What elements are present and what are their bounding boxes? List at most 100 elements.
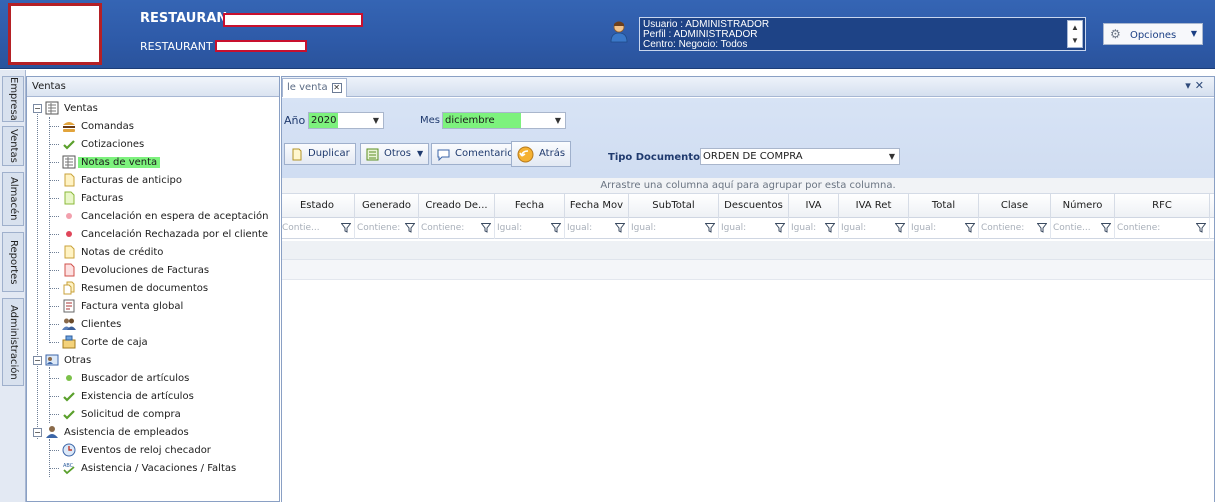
column-header[interactable]: Fecha Mov [565, 194, 629, 218]
funnel-icon[interactable] [965, 223, 975, 233]
column-filter-cell[interactable]: Igual: [839, 218, 909, 239]
funnel-icon[interactable] [1196, 223, 1206, 233]
redacted-name-box [223, 13, 363, 27]
column-header[interactable]: RFC [1115, 194, 1210, 218]
month-label: Mes [420, 115, 440, 126]
column-header[interactable]: Total [909, 194, 979, 218]
month-select[interactable]: diciembre ▼ [442, 112, 566, 129]
doc-type-select[interactable]: ORDEN DE COMPRA ▼ [700, 148, 900, 165]
column-header[interactable]: Descuentos [719, 194, 789, 218]
back-button[interactable]: Atrás [511, 141, 572, 167]
column-filter-cell[interactable]: Contie... [280, 218, 355, 239]
close-icon[interactable]: ✕ [331, 83, 342, 93]
funnel-icon[interactable] [775, 223, 785, 233]
column-filter-cell[interactable]: Contiene: [355, 218, 419, 239]
funnel-icon[interactable] [895, 223, 905, 233]
vtab-reportes[interactable]: Reportes [2, 232, 24, 292]
close-all-icon[interactable]: ✕ [1195, 79, 1208, 92]
column-header[interactable]: Generado [355, 194, 419, 218]
year-select[interactable]: 2020 ▼ [308, 112, 384, 129]
tree-item-eventos-reloj[interactable]: Eventos de reloj checador [49, 441, 211, 459]
tree-item-buscador[interactable]: Buscador de artículos [49, 369, 189, 387]
tree-item-comandas[interactable]: Comandas [49, 117, 134, 135]
grid-empty-band [282, 260, 1214, 280]
funnel-icon[interactable] [1037, 223, 1047, 233]
column-header[interactable]: Número [1051, 194, 1115, 218]
funnel-icon[interactable] [341, 223, 351, 233]
chevron-down-icon: ▼ [417, 149, 424, 158]
vtab-empresa[interactable]: Empresa [2, 76, 24, 122]
grid-document-icon [45, 101, 59, 115]
tab-list-chevron-icon[interactable]: ▾ [1185, 79, 1195, 92]
tree-item-corte-caja[interactable]: Corte de caja [49, 333, 148, 351]
tree-item-facturas[interactable]: Facturas [49, 189, 123, 207]
back-label: Atrás [539, 148, 566, 159]
column-filter-cell[interactable]: Igual: [909, 218, 979, 239]
column-filter-cell[interactable]: Contie... [1051, 218, 1115, 239]
tree-item-clientes[interactable]: Clientes [49, 315, 121, 333]
collapse-icon[interactable]: − [33, 355, 42, 365]
document-icon [64, 173, 75, 187]
tab-notas-de-venta[interactable]: le venta ✕ [282, 78, 347, 97]
tree-item-solicitud-compra[interactable]: Solicitud de compra [49, 405, 181, 423]
tree-item-factura-global[interactable]: Factura venta global [49, 297, 183, 315]
column-filter-cell[interactable]: Igual: [495, 218, 565, 239]
vtab-ventas[interactable]: Ventas [2, 126, 24, 166]
tree-item-notas-de-venta[interactable]: Notas de venta [49, 153, 161, 171]
column-header[interactable]: Creado De... [419, 194, 495, 218]
collapse-icon[interactable]: − [33, 103, 42, 113]
filter-operator: Contie... [282, 223, 320, 233]
tree-item-cancelacion-espera[interactable]: Cancelación en espera de aceptación [49, 207, 268, 225]
speech-bubble-icon [437, 149, 450, 161]
column-header[interactable]: IVA Ret [839, 194, 909, 218]
others-button[interactable]: Otros ▼ [360, 143, 430, 165]
funnel-icon[interactable] [825, 223, 835, 233]
tree-group-otras[interactable]: − Otras [33, 351, 91, 369]
tree-item-notas-credito[interactable]: Notas de crédito [49, 243, 163, 261]
column-header[interactable]: Clase [979, 194, 1051, 218]
funnel-icon[interactable] [405, 223, 415, 233]
column-header[interactable]: IVA [789, 194, 839, 218]
tree-item-asistencia-vacaciones[interactable]: ABC Asistencia / Vacaciones / Faltas [49, 459, 236, 477]
grid-filter-row: Contie... Contiene: Contiene: Igual: Igual: I… [282, 218, 1214, 239]
tree-item-facturas-anticipo[interactable]: Facturas de anticipo [49, 171, 182, 189]
options-button[interactable]: ⚙ Opciones ▼ [1103, 23, 1203, 45]
column-filter-cell[interactable]: Contiene: [1115, 218, 1210, 239]
filter-operator: Contiene: [981, 223, 1025, 233]
funnel-icon[interactable] [481, 223, 491, 233]
column-header[interactable]: Estado [280, 194, 355, 218]
column-filter-cell[interactable]: Igual: [565, 218, 629, 239]
tree-item-cancelacion-rechazada[interactable]: Cancelación Rechazada por el cliente [49, 225, 268, 243]
comment-button[interactable]: Comentario [431, 143, 520, 165]
column-filter-cell[interactable]: Igual: [629, 218, 719, 239]
tree-group-ventas[interactable]: − Ventas [33, 99, 98, 117]
tree-group-asistencia[interactable]: − Asistencia de empleados [33, 423, 189, 441]
grid-empty-band [282, 241, 1214, 260]
collapse-icon[interactable]: − [33, 427, 42, 437]
tree-item-existencia[interactable]: Existencia de artículos [49, 387, 194, 405]
tree-item-cotizaciones[interactable]: Cotizaciones [49, 135, 144, 153]
funnel-icon[interactable] [615, 223, 625, 233]
tree-item-devoluciones[interactable]: Devoluciones de Facturas [49, 261, 209, 279]
funnel-icon[interactable] [551, 223, 561, 233]
funnel-icon[interactable] [705, 223, 715, 233]
funnel-icon[interactable] [1101, 223, 1111, 233]
documents-grid: Arrastre una columna aquí para agrupar p… [282, 178, 1214, 502]
vtab-administracion[interactable]: Administración [2, 298, 24, 386]
column-filter-cell[interactable]: Igual: [789, 218, 839, 239]
column-header[interactable]: SubTotal [629, 194, 719, 218]
user-scroll-spinner[interactable]: ▲ ▼ [1067, 20, 1083, 48]
tree-item-resumen-documentos[interactable]: Resumen de documentos [49, 279, 208, 297]
filter-operator: Igual: [721, 223, 747, 233]
document-tabstrip: le venta ✕ ▾✕ [282, 77, 1214, 97]
column-filter-cell[interactable]: Contiene: [419, 218, 495, 239]
vtab-almacen[interactable]: Almacén [2, 172, 24, 226]
column-filter-cell[interactable]: Contiene: [979, 218, 1051, 239]
column-header[interactable]: Fecha Emisión [495, 194, 565, 234]
filter-panel: Año 2020 ▼ Mes diciembre ▼ Duplicar Otro… [282, 98, 1214, 188]
duplicate-button[interactable]: Duplicar [284, 143, 356, 165]
column-filter-cell[interactable]: Igual: [719, 218, 789, 239]
user-line-3: Centro: Negocio: Todos [643, 39, 748, 50]
group-by-bar[interactable]: Arrastre una columna aquí para agrupar p… [282, 178, 1214, 194]
dot-icon [66, 231, 72, 237]
